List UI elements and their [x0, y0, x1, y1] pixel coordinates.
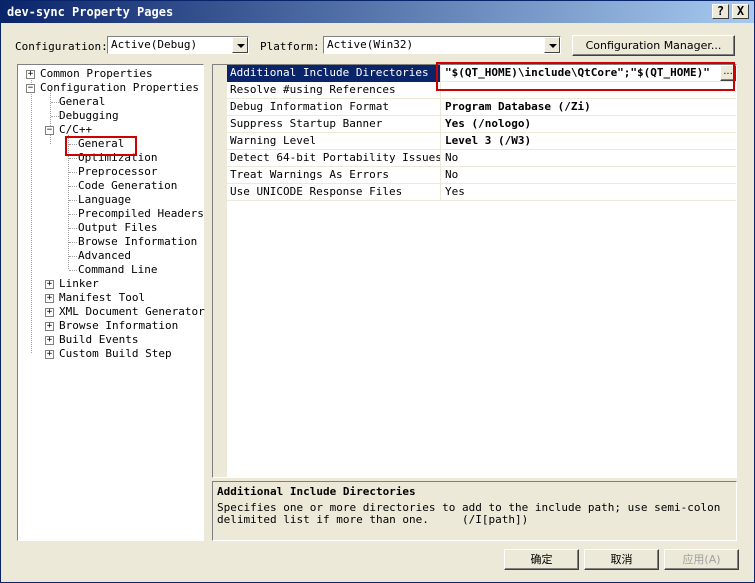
property-value[interactable]: Level 3 (/W3)	[442, 133, 736, 150]
tree-item-build-events[interactable]: Build Events	[59, 333, 138, 347]
property-name[interactable]: Treat Warnings As Errors	[227, 167, 441, 184]
collapse-minus-icon[interactable]: −	[45, 126, 54, 135]
expand-plus-icon[interactable]: +	[45, 336, 54, 345]
grid-gutter	[213, 65, 227, 477]
configuration-combo[interactable]: Active(Debug)	[107, 36, 249, 54]
tree-line	[69, 172, 77, 173]
apply-button[interactable]: 应用(A)	[664, 549, 739, 570]
grid-row[interactable]: Treat Warnings As Errors No	[227, 167, 736, 184]
property-value[interactable]: Yes (/nologo)	[442, 116, 736, 133]
tree-item-cpp[interactable]: C/C++	[59, 123, 92, 137]
configuration-value: Active(Debug)	[111, 38, 198, 51]
property-value[interactable]: No	[442, 150, 736, 167]
property-value[interactable]: Program Database (/Zi)	[442, 99, 736, 116]
tree-line	[50, 91, 51, 144]
tree-item-browse-information[interactable]: Browse Information	[78, 235, 197, 249]
property-value[interactable]: Yes	[442, 184, 736, 201]
tree-item-browse-information-2[interactable]: Browse Information	[59, 319, 178, 333]
tree-item-output-files[interactable]: Output Files	[78, 221, 157, 235]
tree-line	[69, 214, 77, 215]
tree-item-debugging[interactable]: Debugging	[59, 109, 119, 123]
chevron-down-icon[interactable]	[232, 37, 248, 53]
grid-row[interactable]: Warning Level Level 3 (/W3)	[227, 133, 736, 150]
tree-item-advanced[interactable]: Advanced	[78, 249, 131, 263]
description-text-2: delimited list if more than one. (/I[pat…	[217, 513, 529, 526]
expand-plus-icon[interactable]: +	[26, 70, 35, 79]
expand-plus-icon[interactable]: +	[45, 280, 54, 289]
close-button[interactable]: X	[732, 4, 749, 19]
tree-item-general[interactable]: General	[59, 95, 105, 109]
ok-button[interactable]: 确定	[504, 549, 579, 570]
description-panel: Additional Include Directories Specifies…	[212, 481, 737, 541]
expand-plus-icon[interactable]: +	[45, 294, 54, 303]
platform-value: Active(Win32)	[327, 38, 414, 51]
highlight-box-general	[65, 136, 137, 156]
grid-row[interactable]: Debug Information Format Program Database…	[227, 99, 736, 116]
help-button[interactable]: ?	[712, 4, 729, 19]
tree-line	[69, 242, 77, 243]
tree-item-xml-document-generator[interactable]: XML Document Generator	[59, 305, 205, 319]
configuration-manager-button[interactable]: Configuration Manager...	[572, 35, 735, 56]
tree-item-precompiled-headers[interactable]: Precompiled Headers	[78, 207, 204, 221]
tree-line	[69, 200, 77, 201]
tree-item-preprocessor[interactable]: Preprocessor	[78, 165, 157, 179]
grid-row[interactable]: Detect 64-bit Portability Issues No	[227, 150, 736, 167]
tree-item-language[interactable]: Language	[78, 193, 131, 207]
tree-line	[69, 158, 77, 159]
expand-plus-icon[interactable]: +	[45, 308, 54, 317]
collapse-minus-icon[interactable]: −	[26, 84, 35, 93]
expand-plus-icon[interactable]: +	[45, 322, 54, 331]
property-grid: Additional Include Directories "$(QT_HOME…	[212, 64, 737, 478]
property-name[interactable]: Debug Information Format	[227, 99, 441, 116]
tree-item-command-line[interactable]: Command Line	[78, 263, 157, 277]
tree-item-linker[interactable]: Linker	[59, 277, 99, 291]
tree-line	[51, 102, 59, 103]
grid-row[interactable]: Use UNICODE Response Files Yes	[227, 184, 736, 201]
window-title: dev-sync Property Pages	[7, 5, 174, 19]
tree-line	[69, 186, 77, 187]
tree-line	[69, 228, 77, 229]
description-title: Additional Include Directories	[217, 485, 416, 498]
property-name[interactable]: Warning Level	[227, 133, 441, 150]
tree-item-manifest-tool[interactable]: Manifest Tool	[59, 291, 145, 305]
tree-line	[31, 75, 32, 353]
tree-item-code-generation[interactable]: Code Generation	[78, 179, 177, 193]
platform-label: Platform:	[260, 40, 320, 53]
title-bar: dev-sync Property Pages ? X	[1, 1, 754, 23]
tree-line	[69, 270, 77, 271]
highlight-box-include-value	[436, 62, 735, 91]
tree-line	[51, 116, 59, 117]
property-value[interactable]: No	[442, 167, 736, 184]
property-name[interactable]: Use UNICODE Response Files	[227, 184, 441, 201]
tree-line	[69, 256, 77, 257]
expand-plus-icon[interactable]: +	[45, 350, 54, 359]
tree-item-common-properties[interactable]: Common Properties	[40, 67, 153, 81]
tree-item-custom-build-step[interactable]: Custom Build Step	[59, 347, 172, 361]
chevron-down-icon[interactable]	[544, 37, 560, 53]
platform-combo[interactable]: Active(Win32)	[323, 36, 561, 54]
tree-item-configuration-properties[interactable]: Configuration Properties	[40, 81, 199, 95]
cancel-button[interactable]: 取消	[584, 549, 659, 570]
property-name[interactable]: Detect 64-bit Portability Issues	[227, 150, 441, 167]
configuration-label: Configuration:	[15, 40, 108, 53]
property-name[interactable]: Additional Include Directories	[227, 65, 441, 82]
property-pages-window: dev-sync Property Pages ? X Configuratio…	[0, 0, 755, 583]
property-name[interactable]: Suppress Startup Banner	[227, 116, 441, 133]
grid-row[interactable]: Suppress Startup Banner Yes (/nologo)	[227, 116, 736, 133]
property-name[interactable]: Resolve #using References	[227, 82, 441, 99]
